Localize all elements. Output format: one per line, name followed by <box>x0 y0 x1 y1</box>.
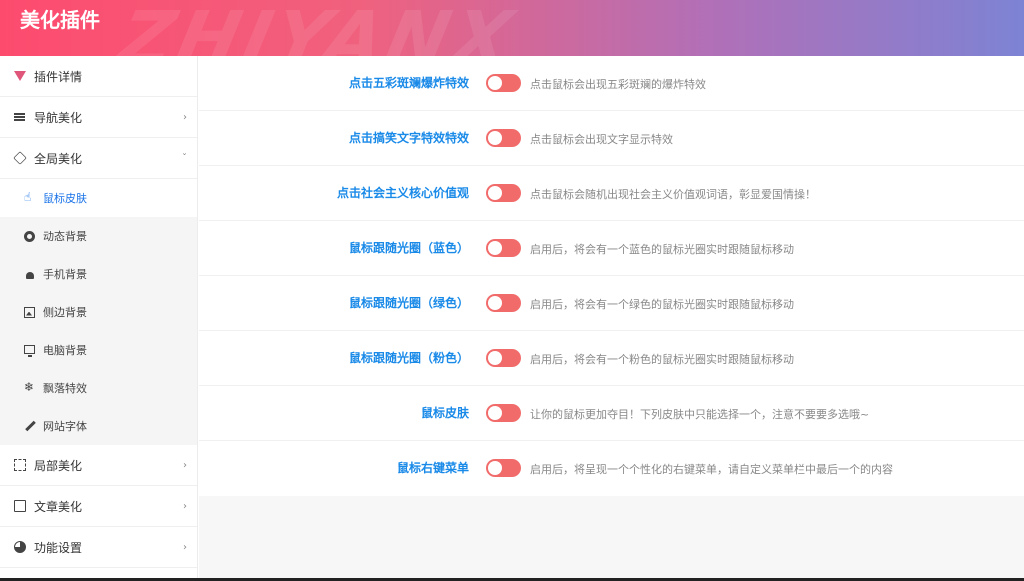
sidebar-item-label: 全局美化 <box>34 151 83 166</box>
chevron-right-icon: › <box>183 459 187 471</box>
sidebar-item-function-settings[interactable]: 功能设置 › <box>0 527 197 568</box>
sidebar-item-plugin-details[interactable]: 插件详情 <box>0 56 197 97</box>
setting-row-context-menu: 鼠标右键菜单 启用后，将呈现一个个性化的右键菜单，请自定义菜单栏中最后一个的内容 <box>199 441 1024 496</box>
sidebar-subitem-label: 网站字体 <box>43 420 87 433</box>
toggle-knob <box>488 296 502 310</box>
setting-row-halo-blue: 鼠标跟随光圈（蓝色） 启用后，将会有一个蓝色的鼠标光圈实时跟随鼠标移动 <box>199 221 1024 276</box>
menu-bars-icon <box>14 111 26 123</box>
sidebar-item-label: 局部美化 <box>34 458 83 473</box>
sidebar-subitem-label: 鼠标皮肤 <box>43 192 87 205</box>
sidebar-subitem-label: 电脑背景 <box>43 344 87 357</box>
setting-row-colorful-explosion: 点击五彩斑斓爆炸特效 点击鼠标会出现五彩斑斓的爆炸特效 <box>199 56 1024 111</box>
setting-label: 鼠标右键菜单 <box>396 461 469 475</box>
sidebar-subitem-dynamic-bg[interactable]: 动态背景 <box>0 217 197 255</box>
panel-footer-area <box>199 496 1024 581</box>
setting-description: 启用后，将会有一个蓝色的鼠标光圈实时跟随鼠标移动 <box>530 243 794 256</box>
toggle-switch[interactable] <box>486 404 521 422</box>
setting-description: 启用后，将呈现一个个性化的右键菜单，请自定义菜单栏中最后一个的内容 <box>530 463 893 476</box>
chevron-right-icon: › <box>183 111 187 123</box>
toggle-switch[interactable] <box>486 239 521 257</box>
sidebar-subitem-label: 手机背景 <box>43 268 87 281</box>
chevron-right-icon: › <box>183 541 187 553</box>
sidebar: 插件详情 导航美化 › 全局美化 ˇ 鼠标皮肤 动态背景 手机背景 侧边背景 电… <box>0 56 198 581</box>
setting-label: 鼠标跟随光圈（蓝色） <box>348 241 469 255</box>
life-ring-icon <box>24 230 35 242</box>
setting-description: 点击鼠标会出现五彩斑斓的爆炸特效 <box>530 78 706 91</box>
sidebar-item-partial-beautify[interactable]: 局部美化 › <box>0 445 197 486</box>
setting-row-core-values: 点击社会主义核心价值观 点击鼠标会随机出现社会主义价值观词语，彰显爱国情操！ <box>199 166 1024 221</box>
toggle-switch[interactable] <box>486 184 521 202</box>
chevron-down-icon: ˇ <box>182 152 187 164</box>
android-icon <box>24 269 35 280</box>
sidebar-item-nav-beautify[interactable]: 导航美化 › <box>0 97 197 138</box>
pen-icon <box>24 421 35 432</box>
sidebar-subitem-site-font[interactable]: 网站字体 <box>0 407 197 445</box>
setting-row-funny-text: 点击搞笑文字特效特效 点击鼠标会出现文字显示特效 <box>199 111 1024 166</box>
frame-icon <box>14 459 26 471</box>
sidebar-subitem-label: 侧边背景 <box>43 306 87 319</box>
settings-panel: 点击五彩斑斓爆炸特效 点击鼠标会出现五彩斑斓的爆炸特效 点击搞笑文字特效特效 点… <box>199 56 1024 581</box>
sidebar-item-label: 文章美化 <box>34 499 83 514</box>
monitor-icon <box>24 344 35 357</box>
chevron-right-icon: › <box>183 500 187 512</box>
setting-row-mouse-skin: 鼠标皮肤 让你的鼠标更加夺目！下列皮肤中只能选择一个，注意不要要多选哦~ <box>199 386 1024 441</box>
toggle-switch[interactable] <box>486 74 521 92</box>
sidebar-subitem-label: 动态背景 <box>43 230 87 243</box>
sidebar-subitem-mouse-skin[interactable]: 鼠标皮肤 <box>0 179 197 217</box>
setting-description: 启用后，将会有一个粉色的鼠标光圈实时跟随鼠标移动 <box>530 353 794 366</box>
sidebar-item-label: 插件详情 <box>34 69 83 84</box>
setting-description: 让你的鼠标更加夺目！下列皮肤中只能选择一个，注意不要要多选哦~ <box>530 408 870 421</box>
setting-label: 鼠标跟随光圈（绿色） <box>348 296 469 310</box>
setting-row-halo-green: 鼠标跟随光圈（绿色） 启用后，将会有一个绿色的鼠标光圈实时跟随鼠标移动 <box>199 276 1024 331</box>
setting-label: 鼠标皮肤 <box>420 406 469 420</box>
toggle-knob <box>488 186 502 200</box>
setting-description: 启用后，将会有一个绿色的鼠标光圈实时跟随鼠标移动 <box>530 298 794 311</box>
sidebar-subitem-side-bg[interactable]: 侧边背景 <box>0 293 197 331</box>
toggle-switch[interactable] <box>486 129 521 147</box>
toggle-switch[interactable] <box>486 459 521 477</box>
sidebar-subitem-falling-effect[interactable]: 飘落特效 <box>0 369 197 407</box>
setting-label: 点击五彩斑斓爆炸特效 <box>348 76 469 90</box>
sidebar-subitem-mobile-bg[interactable]: 手机背景 <box>0 255 197 293</box>
toggle-knob <box>488 351 502 365</box>
sidebar-item-global-beautify[interactable]: 全局美化 ˇ <box>0 138 197 179</box>
toggle-switch[interactable] <box>486 349 521 367</box>
sidebar-item-label: 导航美化 <box>34 110 83 125</box>
toggle-knob <box>488 241 502 255</box>
toggle-knob <box>488 76 502 90</box>
sidebar-subitem-label: 飘落特效 <box>43 382 87 395</box>
cube-icon <box>13 151 27 165</box>
sidebar-item-label: 功能设置 <box>34 540 83 555</box>
edit-icon <box>14 500 26 512</box>
setting-row-halo-pink: 鼠标跟随光圈（粉色） 启用后，将会有一个粉色的鼠标光圈实时跟随鼠标移动 <box>199 331 1024 386</box>
image-icon <box>24 306 35 318</box>
toggle-knob <box>488 461 502 475</box>
setting-description: 点击鼠标会随机出现社会主义价值观词语，彰显爱国情操！ <box>530 188 816 201</box>
plugin-logo-icon <box>14 70 26 82</box>
app-header: ZHIYANX 美化插件 <box>0 0 1024 56</box>
toggle-knob <box>488 131 502 145</box>
snowflake-icon <box>24 380 35 394</box>
sidebar-item-article-beautify[interactable]: 文章美化 › <box>0 486 197 527</box>
app-title: 美化插件 <box>20 8 100 32</box>
toggle-knob <box>488 406 502 420</box>
pie-chart-icon <box>14 541 26 553</box>
header-watermark: ZHIYANX <box>110 0 524 56</box>
setting-label: 点击社会主义核心价值观 <box>336 186 469 200</box>
hand-pointer-icon <box>24 190 35 204</box>
sidebar-subitem-desktop-bg[interactable]: 电脑背景 <box>0 331 197 369</box>
setting-label: 鼠标跟随光圈（粉色） <box>348 351 469 365</box>
setting-label: 点击搞笑文字特效特效 <box>348 131 469 145</box>
setting-description: 点击鼠标会出现文字显示特效 <box>530 133 673 146</box>
toggle-switch[interactable] <box>486 294 521 312</box>
